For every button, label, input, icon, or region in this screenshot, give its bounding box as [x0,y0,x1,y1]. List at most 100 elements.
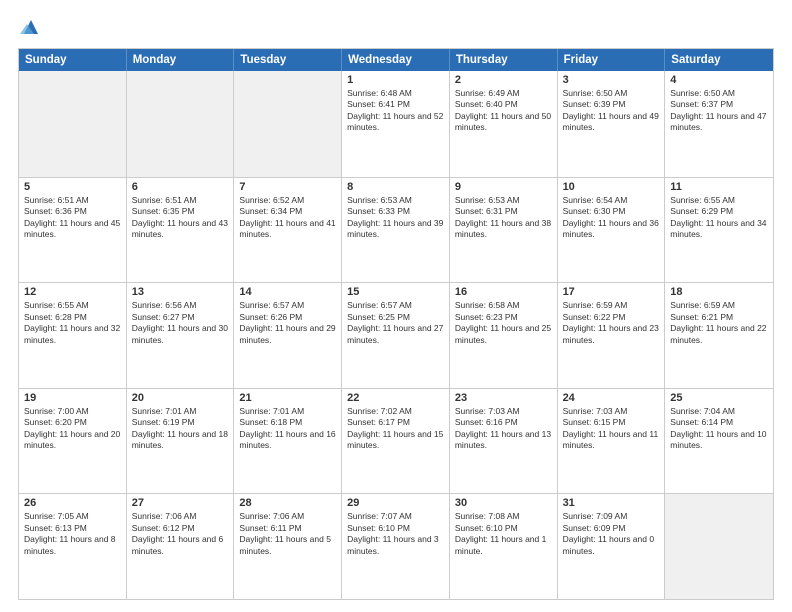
day-number: 17 [563,286,660,298]
calendar-cell-4: 4 Sunrise: 6:50 AM Sunset: 6:37 PM Daylig… [665,71,773,177]
day-number: 26 [24,497,121,509]
weekday-header-friday: Friday [558,49,666,71]
day-info: Sunrise: 6:59 AM Sunset: 6:22 PM Dayligh… [563,300,660,346]
day-number: 10 [563,181,660,193]
day-info: Sunrise: 6:55 AM Sunset: 6:28 PM Dayligh… [24,300,121,346]
calendar-cell-20: 20 Sunrise: 7:01 AM Sunset: 6:19 PM Dayli… [127,389,235,494]
logo-icon [20,16,42,38]
weekday-header-thursday: Thursday [450,49,558,71]
calendar-cell-8: 8 Sunrise: 6:53 AM Sunset: 6:33 PM Daylig… [342,178,450,283]
day-number: 27 [132,497,229,509]
day-info: Sunrise: 6:51 AM Sunset: 6:35 PM Dayligh… [132,195,229,241]
day-info: Sunrise: 6:49 AM Sunset: 6:40 PM Dayligh… [455,88,552,134]
calendar-cell-12: 12 Sunrise: 6:55 AM Sunset: 6:28 PM Dayli… [19,283,127,388]
day-info: Sunrise: 7:00 AM Sunset: 6:20 PM Dayligh… [24,406,121,452]
calendar-cell-1: 1Sunrise: 6:48 AM Sunset: 6:41 PM Daylig… [342,71,450,177]
page: SundayMondayTuesdayWednesdayThursdayFrid… [0,0,792,612]
day-number: 4 [670,74,768,86]
day-info: Sunrise: 6:58 AM Sunset: 6:23 PM Dayligh… [455,300,552,346]
calendar: SundayMondayTuesdayWednesdayThursdayFrid… [18,48,774,600]
calendar-cell-2: 2 Sunrise: 6:49 AM Sunset: 6:40 PM Daylig… [450,71,558,177]
day-number: 7 [239,181,336,193]
weekday-header-wednesday: Wednesday [342,49,450,71]
calendar-row-4: 19 Sunrise: 7:00 AM Sunset: 6:20 PM Dayli… [19,388,773,494]
day-info: Sunrise: 7:02 AM Sunset: 6:17 PM Dayligh… [347,406,444,452]
calendar-cell-empty-0-1 [127,71,235,177]
day-number: 29 [347,497,444,509]
day-number: 18 [670,286,768,298]
calendar-cell-14: 14 Sunrise: 6:57 AM Sunset: 6:26 PM Dayli… [234,283,342,388]
day-info: Sunrise: 6:51 AM Sunset: 6:36 PM Dayligh… [24,195,121,241]
logo [18,16,42,38]
day-number: 25 [670,392,768,404]
day-number: 14 [239,286,336,298]
day-info: Sunrise: 6:57 AM Sunset: 6:25 PM Dayligh… [347,300,444,346]
day-info: Sunrise: 7:01 AM Sunset: 6:19 PM Dayligh… [132,406,229,452]
day-info: Sunrise: 6:48 AM Sunset: 6:41 PM Dayligh… [347,88,444,134]
calendar-cell-5: 5 Sunrise: 6:51 AM Sunset: 6:36 PM Daylig… [19,178,127,283]
day-number: 20 [132,392,229,404]
day-info: Sunrise: 7:06 AM Sunset: 6:12 PM Dayligh… [132,511,229,557]
day-number: 30 [455,497,552,509]
calendar-cell-16: 16 Sunrise: 6:58 AM Sunset: 6:23 PM Dayli… [450,283,558,388]
calendar-cell-empty-0-0 [19,71,127,177]
day-info: Sunrise: 6:50 AM Sunset: 6:37 PM Dayligh… [670,88,768,134]
calendar-cell-10: 10 Sunrise: 6:54 AM Sunset: 6:30 PM Dayli… [558,178,666,283]
day-info: Sunrise: 6:56 AM Sunset: 6:27 PM Dayligh… [132,300,229,346]
calendar-cell-6: 6 Sunrise: 6:51 AM Sunset: 6:35 PM Daylig… [127,178,235,283]
calendar-cell-24: 24 Sunrise: 7:03 AM Sunset: 6:15 PM Dayli… [558,389,666,494]
day-info: Sunrise: 6:50 AM Sunset: 6:39 PM Dayligh… [563,88,660,134]
calendar-cell-30: 30 Sunrise: 7:08 AM Sunset: 6:10 PM Dayli… [450,494,558,599]
calendar-cell-31: 31Sunrise: 7:09 AM Sunset: 6:09 PM Dayli… [558,494,666,599]
day-number: 24 [563,392,660,404]
day-number: 23 [455,392,552,404]
day-number: 9 [455,181,552,193]
day-number: 11 [670,181,768,193]
day-number: 15 [347,286,444,298]
day-info: Sunrise: 7:01 AM Sunset: 6:18 PM Dayligh… [239,406,336,452]
calendar-cell-9: 9Sunrise: 6:53 AM Sunset: 6:31 PM Daylig… [450,178,558,283]
calendar-cell-empty-4-6 [665,494,773,599]
day-info: Sunrise: 6:57 AM Sunset: 6:26 PM Dayligh… [239,300,336,346]
calendar-cell-21: 21 Sunrise: 7:01 AM Sunset: 6:18 PM Dayli… [234,389,342,494]
weekday-header-saturday: Saturday [665,49,773,71]
calendar-cell-25: 25 Sunrise: 7:04 AM Sunset: 6:14 PM Dayli… [665,389,773,494]
calendar-cell-7: 7 Sunrise: 6:52 AM Sunset: 6:34 PM Daylig… [234,178,342,283]
weekday-header-monday: Monday [127,49,235,71]
day-info: Sunrise: 6:59 AM Sunset: 6:21 PM Dayligh… [670,300,768,346]
calendar-cell-15: 15 Sunrise: 6:57 AM Sunset: 6:25 PM Dayli… [342,283,450,388]
day-number: 22 [347,392,444,404]
day-info: Sunrise: 7:07 AM Sunset: 6:10 PM Dayligh… [347,511,444,557]
day-number: 21 [239,392,336,404]
calendar-cell-11: 11Sunrise: 6:55 AM Sunset: 6:29 PM Dayli… [665,178,773,283]
day-info: Sunrise: 6:53 AM Sunset: 6:33 PM Dayligh… [347,195,444,241]
day-number: 13 [132,286,229,298]
day-info: Sunrise: 7:05 AM Sunset: 6:13 PM Dayligh… [24,511,121,557]
calendar-cell-13: 13 Sunrise: 6:56 AM Sunset: 6:27 PM Dayli… [127,283,235,388]
day-number: 19 [24,392,121,404]
day-info: Sunrise: 7:04 AM Sunset: 6:14 PM Dayligh… [670,406,768,452]
calendar-cell-empty-0-2 [234,71,342,177]
day-info: Sunrise: 7:08 AM Sunset: 6:10 PM Dayligh… [455,511,552,557]
calendar-cell-17: 17 Sunrise: 6:59 AM Sunset: 6:22 PM Dayli… [558,283,666,388]
calendar-cell-29: 29 Sunrise: 7:07 AM Sunset: 6:10 PM Dayli… [342,494,450,599]
day-number: 12 [24,286,121,298]
day-number: 2 [455,74,552,86]
calendar-row-3: 12 Sunrise: 6:55 AM Sunset: 6:28 PM Dayli… [19,282,773,388]
header [18,16,774,38]
day-number: 6 [132,181,229,193]
day-number: 28 [239,497,336,509]
calendar-row-1: 1Sunrise: 6:48 AM Sunset: 6:41 PM Daylig… [19,71,773,177]
day-number: 31 [563,497,660,509]
calendar-cell-26: 26 Sunrise: 7:05 AM Sunset: 6:13 PM Dayli… [19,494,127,599]
weekday-header-sunday: Sunday [19,49,127,71]
calendar-header: SundayMondayTuesdayWednesdayThursdayFrid… [19,49,773,71]
day-number: 5 [24,181,121,193]
day-info: Sunrise: 6:54 AM Sunset: 6:30 PM Dayligh… [563,195,660,241]
day-number: 8 [347,181,444,193]
day-number: 16 [455,286,552,298]
calendar-row-2: 5 Sunrise: 6:51 AM Sunset: 6:36 PM Daylig… [19,177,773,283]
day-info: Sunrise: 6:52 AM Sunset: 6:34 PM Dayligh… [239,195,336,241]
day-info: Sunrise: 7:03 AM Sunset: 6:15 PM Dayligh… [563,406,660,452]
calendar-body: 1Sunrise: 6:48 AM Sunset: 6:41 PM Daylig… [19,71,773,599]
